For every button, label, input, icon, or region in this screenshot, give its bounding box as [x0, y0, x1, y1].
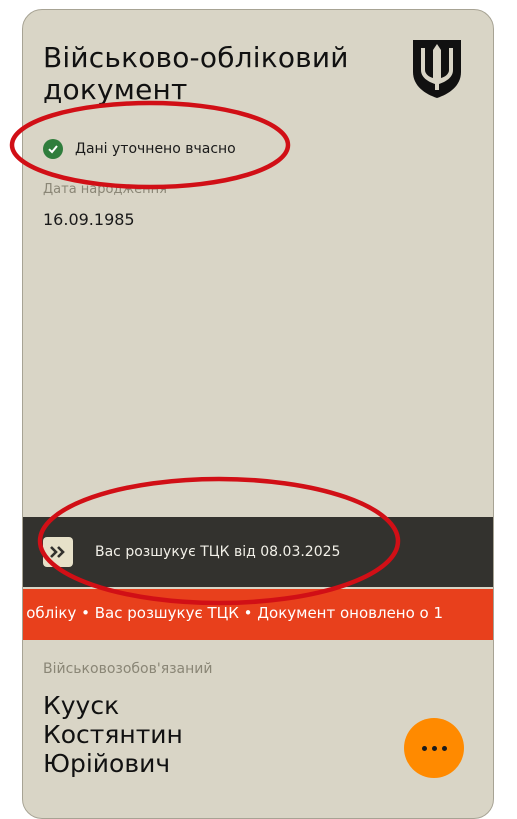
ticker-text: На обліку • Вас розшукує ТЦК • Документ …	[22, 604, 444, 622]
first-name: Костянтин	[43, 720, 183, 749]
trident-emblem-icon	[413, 40, 461, 98]
status-row: Дані уточнено вчасно	[43, 139, 236, 159]
document-title-line2: документ	[43, 73, 188, 106]
wanted-notice[interactable]: Вас розшукує ТЦК від 08.03.2025	[23, 517, 493, 587]
double-chevron-icon	[43, 537, 73, 567]
dob-label: Дата народження	[43, 182, 167, 197]
status-ticker: На обліку • Вас розшукує ТЦК • Документ …	[22, 589, 493, 640]
patronymic: Юрійович	[43, 749, 171, 778]
full-name: Кууск Костянтин Юрійович	[43, 691, 183, 778]
more-button[interactable]	[404, 718, 464, 778]
surname: Кууск	[43, 691, 120, 720]
more-dots-icon	[421, 745, 447, 751]
check-circle-icon	[43, 139, 63, 159]
status-text: Дані уточнено вчасно	[75, 141, 236, 157]
wanted-text: Вас розшукує ТЦК від 08.03.2025	[95, 544, 341, 560]
role-label: Військовозобов'язаний	[43, 661, 213, 677]
dob-value: 16.09.1985	[43, 210, 135, 229]
document-title-line1: Військово-обліковий	[43, 41, 349, 74]
military-document-card: Військово-обліковий документ Дані уточне…	[22, 9, 494, 819]
document-title: Військово-обліковий документ	[43, 42, 383, 106]
